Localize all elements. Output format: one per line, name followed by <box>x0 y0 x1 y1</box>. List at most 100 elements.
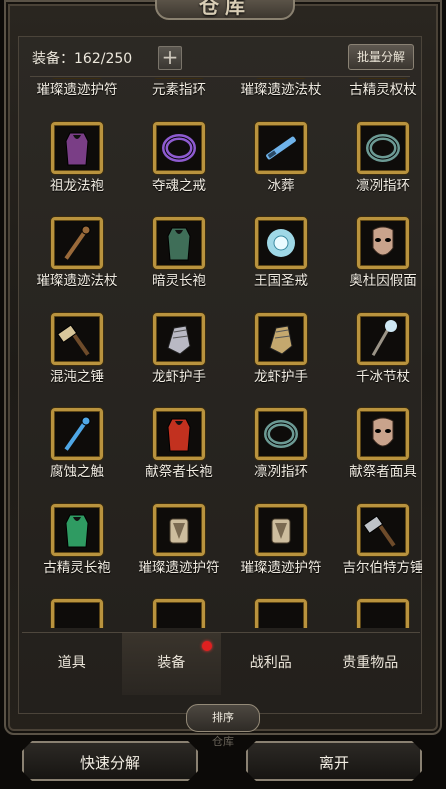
item-slot[interactable]: 冰葬 <box>230 121 332 218</box>
item-slot[interactable]: 璀璨遗迹法杖 <box>230 78 332 122</box>
item-icon-frame <box>357 217 409 269</box>
ring-icon <box>264 420 298 448</box>
item-slot[interactable]: 璀璨遗迹护符 <box>128 503 230 600</box>
item-slot[interactable]: 龙虾护手 <box>128 312 230 409</box>
item-slot[interactable]: 千冰节杖 <box>332 312 422 409</box>
item-icon-frame <box>153 312 205 365</box>
hammer-icon <box>57 323 90 356</box>
item-icon-frame <box>255 312 307 365</box>
item-icon-frame <box>357 503 409 556</box>
item-slot[interactable]: 王国圣戒 <box>230 217 332 313</box>
item-name: 暗灵长袍 <box>152 273 206 289</box>
item-name: 龙虾护手 <box>152 368 206 385</box>
item-slot[interactable]: 祖龙法袍 <box>26 121 128 218</box>
item-name: 龙虾护手 <box>254 368 308 385</box>
item-name: 千冰节杖 <box>356 368 410 385</box>
item-icon-frame <box>357 599 409 628</box>
holy-ring-icon <box>267 229 295 257</box>
equipment-count: 装备：162/250 <box>32 51 133 67</box>
item-icon-frame <box>51 599 103 628</box>
item-icon-frame <box>51 408 103 460</box>
item-slot[interactable]: 古精灵权杖 <box>332 78 422 122</box>
leave-button[interactable]: 离开 <box>246 741 422 781</box>
item-name: 古精灵权杖 <box>349 82 417 98</box>
gauntlet-icon <box>269 324 293 355</box>
item-name: 元素指环 <box>152 82 206 98</box>
item-name: 璀璨遗迹护符 <box>36 82 118 98</box>
item-slot[interactable] <box>26 599 128 628</box>
item-slot[interactable] <box>332 599 422 628</box>
item-name: 凛冽指环 <box>356 177 410 194</box>
item-icon-frame <box>357 312 409 365</box>
item-slot[interactable]: 古精灵长袍 <box>26 503 128 600</box>
item-name: 腐蚀之触 <box>50 464 104 480</box>
sword-icon <box>266 136 296 159</box>
item-name: 王国圣戒 <box>254 273 308 289</box>
sort-button[interactable]: 排序 <box>186 704 260 732</box>
item-slot[interactable]: 献祭者长袍 <box>128 408 230 504</box>
item-slot[interactable]: 璀璨遗迹护符 <box>230 503 332 600</box>
item-slot[interactable]: 暗灵长袍 <box>128 217 230 313</box>
item-slot[interactable] <box>230 599 332 628</box>
item-icon-frame <box>255 503 307 556</box>
notification-badge <box>201 641 212 651</box>
item-name: 献祭者长袍 <box>145 464 213 480</box>
item-grid[interactable]: 璀璨遗迹护符 元素指环 璀璨遗迹法杖 古精灵权杖 祖龙法袍 夺魂之戒 冰葬 凛冽指环 璀璨遗迹法… <box>18 78 422 628</box>
tab-valuables[interactable]: 贵重物品 <box>321 633 421 695</box>
item-slot[interactable]: 元素指环 <box>128 78 230 122</box>
item-icon-frame <box>153 408 205 460</box>
item-name: 祖龙法袍 <box>50 177 104 194</box>
item-slot[interactable]: 腐蚀之触 <box>26 408 128 504</box>
item-icon-frame <box>357 121 409 174</box>
inventory-header: 装备：162/250 + 批量分解 <box>18 40 422 74</box>
tab-items[interactable]: 道具 <box>22 633 122 695</box>
item-slot[interactable]: 凛冽指环 <box>332 121 422 218</box>
expand-capacity-button[interactable]: + <box>158 46 182 70</box>
item-icon-frame <box>255 599 307 628</box>
item-slot[interactable]: 凛冽指环 <box>230 408 332 504</box>
robe-icon <box>65 132 89 165</box>
amulet-icon <box>169 518 189 543</box>
item-slot[interactable]: 夺魂之戒 <box>128 121 230 218</box>
item-slot[interactable]: 龙虾护手 <box>230 312 332 409</box>
item-slot[interactable]: 璀璨遗迹护符 <box>26 78 128 122</box>
item-name: 古精灵长袍 <box>43 559 111 576</box>
robe-icon <box>167 418 191 452</box>
ring-icon <box>366 133 400 162</box>
item-icon-frame <box>51 503 103 556</box>
item-icon-frame <box>51 121 103 174</box>
item-slot[interactable] <box>128 599 230 628</box>
item-name: 奥杜因假面 <box>349 273 417 289</box>
item-name: 凛冽指环 <box>254 464 308 480</box>
item-icon-frame <box>51 217 103 269</box>
item-slot[interactable]: 奥杜因假面 <box>332 217 422 313</box>
amulet-icon <box>271 518 291 543</box>
batch-decompose-button[interactable]: 批量分解 <box>348 44 414 70</box>
item-slot[interactable]: 混沌之锤 <box>26 312 128 409</box>
category-tabs: 道具 装备 战利品 贵重物品 <box>22 632 420 695</box>
staff-icon <box>64 416 91 451</box>
item-name: 璀璨遗迹法杖 <box>240 82 322 98</box>
tab-equipment[interactable]: 装备 <box>121 633 221 695</box>
item-icon-frame <box>357 408 409 460</box>
gauntlet-icon <box>167 324 191 355</box>
item-icon-frame <box>255 121 307 174</box>
item-name: 献祭者面具 <box>349 464 417 480</box>
item-slot[interactable]: 献祭者面具 <box>332 408 422 504</box>
item-name: 吉尔伯特方锤 <box>342 559 423 576</box>
item-icon-frame <box>153 121 205 174</box>
tab-label: 装备 <box>157 655 186 671</box>
robe-icon <box>65 514 89 547</box>
item-name: 冰葬 <box>267 177 295 194</box>
mask-icon <box>372 226 394 256</box>
tab-loot[interactable]: 战利品 <box>221 633 321 695</box>
item-name: 璀璨遗迹法杖 <box>36 273 118 289</box>
item-icon-frame <box>153 503 205 556</box>
hammer-icon <box>363 514 396 547</box>
item-name: 混沌之锤 <box>50 368 104 385</box>
item-slot[interactable]: 璀璨遗迹法杖 <box>26 217 128 313</box>
scepter-icon <box>371 319 397 356</box>
quick-decompose-button[interactable]: 快速分解 <box>22 741 198 781</box>
item-slot[interactable]: 吉尔伯特方锤 <box>332 503 423 600</box>
staff-icon <box>64 225 91 260</box>
